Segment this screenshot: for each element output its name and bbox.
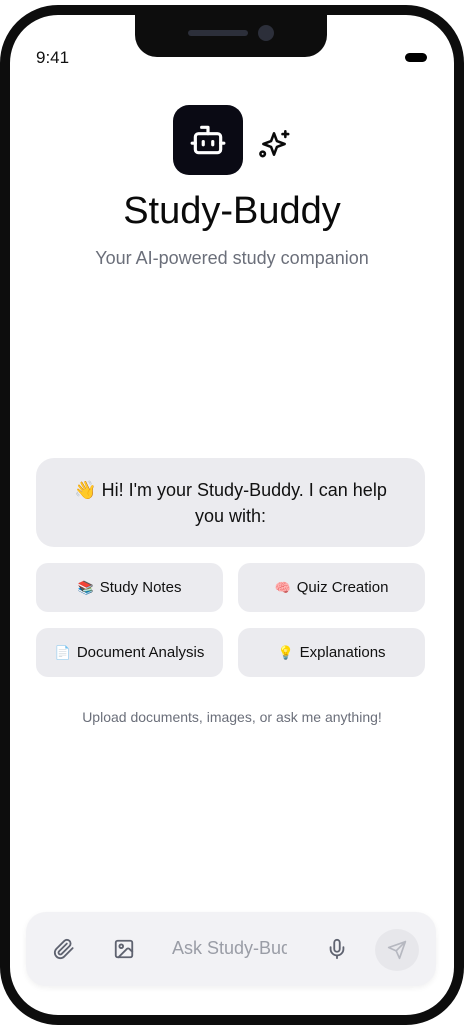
welcome-text: Hi! I'm your Study-Buddy. I can help you… [101, 479, 387, 526]
status-time: 9:41 [36, 48, 70, 67]
image-icon [114, 939, 134, 959]
image-upload-button[interactable] [111, 936, 137, 962]
brain-emoji: 🧠 [274, 579, 291, 595]
front-camera [258, 25, 274, 41]
feature-label: Explanations [299, 644, 386, 661]
hint-text: Upload documents, images, or ask me anyt… [82, 709, 382, 725]
send-button[interactable] [375, 929, 419, 971]
app-subtitle: Your AI-powered study companion [95, 248, 369, 268]
feature-label: Study Notes [99, 579, 182, 596]
message-composer [26, 912, 436, 986]
battery-icon [405, 53, 427, 62]
paperclip-icon [53, 938, 74, 960]
message-input[interactable] [172, 933, 287, 963]
sparkles-icon [259, 129, 290, 158]
send-icon [387, 940, 407, 960]
microphone-icon [329, 938, 345, 960]
app-title: Study-Buddy [123, 190, 341, 232]
lightbulb-emoji: 💡 [277, 644, 294, 660]
device-notch [135, 15, 327, 57]
wave-emoji: 👋 [74, 479, 97, 500]
attach-button[interactable] [51, 936, 77, 962]
welcome-message: 👋 Hi! I'm your Study-Buddy. I can help y… [36, 458, 425, 547]
phone-frame: 9:41 Study-Buddy Your AI-powered study c… [0, 5, 464, 1025]
feature-study-notes[interactable]: 📚 Study Notes [36, 563, 223, 612]
feature-quiz-creation[interactable]: 🧠 Quiz Creation [238, 563, 425, 612]
feature-explanations[interactable]: 💡 Explanations [238, 628, 425, 677]
robot-icon [190, 125, 226, 155]
books-emoji: 📚 [77, 579, 94, 595]
voice-input-button[interactable] [324, 936, 350, 962]
speaker-grille [188, 30, 248, 36]
app-logo [173, 105, 243, 175]
feature-label: Document Analysis [76, 644, 205, 661]
feature-label: Quiz Creation [296, 579, 389, 596]
document-emoji: 📄 [54, 644, 71, 660]
feature-document-analysis[interactable]: 📄 Document Analysis [36, 628, 223, 677]
